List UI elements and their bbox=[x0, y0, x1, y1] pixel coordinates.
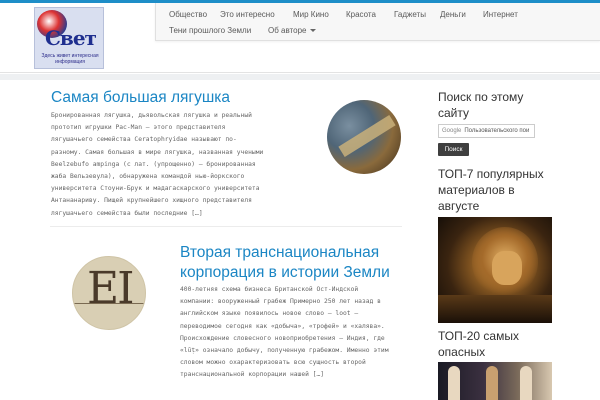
post-excerpt-biggest-frog: Бронированная лягушка, дьявольская лягуш… bbox=[51, 110, 297, 220]
heading-line: августе bbox=[438, 199, 480, 213]
excerpt-line: лягушачьего семейства Ceratophryidae наз… bbox=[51, 136, 237, 144]
post-title-biggest-frog[interactable]: Самая большая лягушка bbox=[51, 88, 230, 108]
excerpt-line: Антананариву. Пищей крупнейшего хищного … bbox=[51, 197, 252, 205]
header-shadow-band bbox=[0, 74, 600, 80]
post-title-line: корпорация в истории Земли bbox=[180, 264, 390, 281]
excerpt-line: жаба Вельзевула), обнаружена командой нь… bbox=[51, 173, 245, 181]
image-detail bbox=[448, 366, 460, 400]
thumbnail-detail bbox=[73, 303, 145, 304]
search-input[interactable]: Google Пользовательского пои bbox=[438, 124, 535, 138]
nav-item-beauty[interactable]: Красота bbox=[346, 10, 376, 19]
excerpt-line: прототип игрушки Pac-Man – этого предста… bbox=[51, 124, 226, 132]
post-thumbnail-corporation[interactable]: EI bbox=[72, 256, 146, 330]
search-provider-label: Google bbox=[442, 128, 462, 134]
image-detail bbox=[486, 366, 498, 400]
excerpt-line: «lūṭ» означало добычу, полученную грабеж… bbox=[180, 347, 389, 355]
heading-line: Поиск по этому bbox=[438, 90, 524, 104]
nav-item-society[interactable]: Общество bbox=[169, 10, 207, 19]
excerpt-line: английском языке появилось новое слово –… bbox=[180, 310, 359, 318]
image-detail bbox=[492, 251, 522, 285]
chevron-down-icon bbox=[310, 29, 317, 33]
post-thumbnail-frog[interactable] bbox=[327, 100, 401, 174]
heading-line: материалов в bbox=[438, 183, 515, 197]
excerpt-line: лягушачьего семейства были последние […] bbox=[51, 209, 203, 217]
excerpt-line: транснациональной корпорации нашей […] bbox=[180, 371, 325, 379]
excerpt-line: Beelzebufo ampinga (с лат. (упрощенно) –… bbox=[51, 160, 256, 168]
search-widget-heading: Поиск по этому сайту bbox=[438, 89, 523, 121]
post-title-line: Вторая транснациональная bbox=[180, 244, 380, 261]
heading-line: сайту bbox=[438, 106, 470, 120]
main-navigation: Общество Это интересно Мир Кино Красота … bbox=[155, 3, 600, 41]
excerpt-line: компании: вооруженный грабеж Примерно 25… bbox=[180, 298, 381, 306]
nav-item-shadows-of-the-past[interactable]: Тени прошлого Земли bbox=[169, 26, 251, 35]
excerpt-line: словом можно охарактеризовать всю сущнос… bbox=[180, 359, 366, 367]
excerpt-line: переводимое сегодня как «добыча», «трофе… bbox=[180, 322, 385, 330]
nav-item-money[interactable]: Деньги bbox=[440, 10, 466, 19]
excerpt-line: Бронированная лягушка, дьявольская лягуш… bbox=[51, 112, 252, 119]
logo-text: Свет bbox=[45, 26, 97, 50]
nav-item-cinema[interactable]: Мир Кино bbox=[293, 10, 329, 19]
nav-item-about-author-label: Об авторе bbox=[268, 26, 307, 35]
nav-item-interesting[interactable]: Это интересно bbox=[220, 10, 275, 19]
excerpt-line: разному. Самая большая в мире лягушка, н… bbox=[51, 148, 264, 156]
logo-tagline: Здесь живет интересная информация bbox=[41, 53, 99, 65]
image-detail bbox=[438, 295, 552, 323]
search-button[interactable]: Поиск bbox=[438, 143, 469, 156]
image-detail bbox=[520, 366, 532, 400]
post-divider bbox=[50, 226, 402, 227]
top20-widget-heading[interactable]: ТОП-20 самых опасных bbox=[438, 328, 519, 360]
search-placeholder: Пользовательского пои bbox=[464, 128, 530, 134]
nav-item-about-author[interactable]: Об авторе bbox=[268, 26, 317, 35]
nav-item-internet[interactable]: Интернет bbox=[483, 10, 518, 19]
nav-item-gadgets[interactable]: Гаджеты bbox=[394, 10, 426, 19]
top7-widget-heading: ТОП-7 популярных материалов в августе bbox=[438, 166, 544, 214]
top7-featured-image[interactable] bbox=[438, 217, 552, 323]
heading-line: ТОП-20 самых bbox=[438, 329, 519, 343]
top20-featured-image[interactable] bbox=[438, 362, 552, 400]
excerpt-line: университета Стоуни-Брук и мадагаскарско… bbox=[51, 185, 260, 193]
heading-line: опасных bbox=[438, 345, 486, 359]
thumbnail-emblem: EI bbox=[87, 263, 134, 314]
post-excerpt-second-corporation: 400-летняя схема бизнеса Британской Ост-… bbox=[180, 284, 424, 382]
excerpt-line: 400-летняя схема бизнеса Британской Ост-… bbox=[180, 286, 359, 293]
post-title-second-corporation[interactable]: Вторая транснациональная корпорация в ис… bbox=[180, 243, 390, 283]
thumbnail-detail bbox=[338, 115, 396, 157]
heading-line: ТОП-7 популярных bbox=[438, 167, 544, 181]
excerpt-line: Происхождение словесного новоприобретени… bbox=[180, 334, 385, 342]
site-logo[interactable]: Свет Здесь живет интересная информация bbox=[34, 7, 104, 69]
